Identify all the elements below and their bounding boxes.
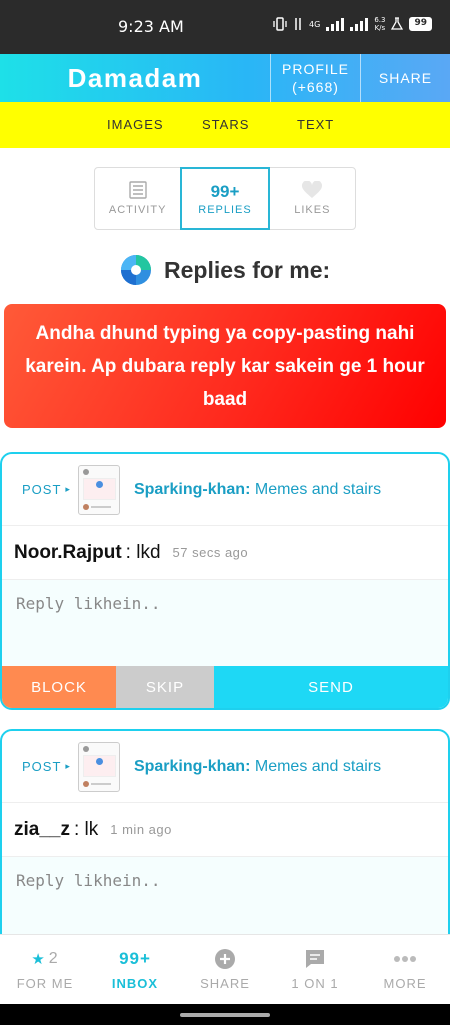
skip-button[interactable]: SKIP bbox=[116, 666, 214, 708]
bottom-nav: ★ 2 FOR ME 99+ INBOX SHARE 1 ON 1 MORE bbox=[0, 934, 450, 1004]
battery-icon: 99 bbox=[409, 17, 432, 31]
system-home-bar bbox=[0, 1004, 450, 1025]
reply-time: 57 secs ago bbox=[172, 545, 249, 560]
star-icon: ★ bbox=[31, 951, 46, 968]
nav-inbox[interactable]: 99+ INBOX bbox=[90, 935, 180, 1004]
tab-activity[interactable]: ACTIVITY bbox=[95, 168, 180, 229]
status-bar: 9:23 AM 4G 6.3 K/s 99 bbox=[0, 0, 450, 54]
post-link[interactable]: POST ▸ Sparking-khan: Memes and stairs bbox=[2, 731, 448, 803]
profile-count: (+668) bbox=[292, 79, 339, 95]
data-arrows-icon bbox=[295, 18, 301, 30]
network-type: 4G bbox=[309, 19, 321, 29]
reply-line: Noor.Rajput : lkd 57 secs ago bbox=[2, 526, 448, 580]
replies-logo-icon bbox=[121, 255, 151, 285]
reply-input[interactable]: Reply likhein.. bbox=[2, 580, 448, 666]
nav-for-me[interactable]: ★ 2 FOR ME bbox=[0, 935, 90, 1004]
inbox-count: 99+ bbox=[119, 949, 151, 968]
post-thumbnail[interactable] bbox=[77, 741, 120, 792]
post-title-text: Memes and stairs bbox=[254, 480, 382, 498]
nav-text[interactable]: TEXT bbox=[297, 117, 334, 132]
status-icons: 4G 6.3 K/s 99 bbox=[273, 16, 432, 32]
nav-more[interactable]: MORE bbox=[360, 935, 450, 1004]
heart-icon bbox=[302, 181, 323, 198]
warning-banner: Andha dhund typing ya copy-pasting nahi … bbox=[4, 304, 446, 428]
flask-icon bbox=[391, 17, 404, 30]
list-icon bbox=[128, 181, 147, 199]
more-label: MORE bbox=[383, 976, 427, 991]
net-speed: 6.3 K/s bbox=[374, 16, 386, 32]
plus-circle-icon bbox=[215, 949, 235, 969]
reply-line: zia__z : lk 1 min ago bbox=[2, 803, 448, 857]
header-share-button[interactable]: SHARE bbox=[360, 54, 450, 102]
reply-username[interactable]: Noor.Rajput bbox=[14, 542, 122, 564]
tab-activity-label: ACTIVITY bbox=[108, 204, 167, 216]
reply-text: : lkd bbox=[125, 541, 161, 563]
nav-images[interactable]: IMAGES bbox=[107, 117, 164, 132]
block-button[interactable]: BLOCK bbox=[2, 666, 116, 708]
reply-time: 1 min ago bbox=[110, 822, 172, 837]
send-button[interactable]: SEND bbox=[214, 666, 448, 708]
share-label: SHARE bbox=[200, 976, 250, 991]
arrow-right-icon: ▸ bbox=[65, 761, 70, 772]
vibrate-icon bbox=[273, 17, 287, 31]
nav-stars[interactable]: STARS bbox=[202, 117, 249, 132]
arrow-right-icon: ▸ bbox=[65, 484, 70, 495]
status-time: 9:23 AM bbox=[118, 17, 184, 36]
reply-card: POST ▸ Sparking-khan: Memes and stairs N… bbox=[0, 452, 450, 710]
post-label: POST bbox=[22, 759, 62, 774]
post-thumbnail[interactable] bbox=[77, 464, 120, 515]
brand-logo[interactable]: Damadam bbox=[0, 54, 270, 102]
post-title[interactable]: Sparking-khan: Memes and stairs bbox=[134, 481, 381, 499]
reply-actions: BLOCK SKIP SEND bbox=[2, 666, 448, 708]
post-title[interactable]: Sparking-khan: Memes and stairs bbox=[134, 758, 381, 776]
reply-card: POST ▸ Sparking-khan: Memes and stairs z… bbox=[0, 729, 450, 959]
reply-text: : lk bbox=[73, 818, 99, 840]
one-on-one-label: 1 ON 1 bbox=[291, 976, 339, 991]
post-link[interactable]: POST ▸ Sparking-khan: Memes and stairs bbox=[2, 454, 448, 526]
tab-likes-label: LIKES bbox=[294, 204, 331, 216]
app-header: Damadam PROFILE (+668) SHARE bbox=[0, 54, 450, 102]
post-author: Sparking-khan: bbox=[133, 480, 251, 498]
tab-replies-label: REPLIES bbox=[198, 203, 252, 216]
post-title-text: Memes and stairs bbox=[254, 757, 382, 775]
tab-replies-count: 99+ bbox=[210, 181, 240, 201]
top-nav: IMAGES STARS TEXT bbox=[0, 102, 450, 148]
tab-likes[interactable]: LIKES bbox=[270, 168, 355, 229]
signal-icon bbox=[326, 17, 345, 31]
for-me-label: FOR ME bbox=[16, 976, 74, 991]
for-me-count: 2 bbox=[48, 950, 59, 967]
home-indicator[interactable] bbox=[180, 1013, 270, 1017]
replies-title: Replies for me: bbox=[164, 256, 331, 283]
post-label: POST bbox=[22, 482, 62, 497]
more-dots-icon bbox=[394, 956, 416, 962]
inbox-label: INBOX bbox=[111, 976, 159, 991]
signal-2-icon bbox=[350, 17, 369, 31]
nav-share[interactable]: SHARE bbox=[180, 935, 270, 1004]
post-author: Sparking-khan: bbox=[133, 757, 251, 775]
reply-username[interactable]: zia__z bbox=[14, 819, 70, 841]
reply-input[interactable]: Reply likhein.. bbox=[2, 857, 448, 943]
tab-replies[interactable]: 99+ REPLIES bbox=[180, 167, 270, 230]
profile-label: PROFILE bbox=[282, 61, 349, 77]
chat-icon bbox=[306, 950, 324, 968]
inbox-tabs: ACTIVITY 99+ REPLIES LIKES bbox=[94, 167, 356, 230]
nav-one-on-one[interactable]: 1 ON 1 bbox=[270, 935, 360, 1004]
replies-heading: Replies for me: bbox=[120, 254, 330, 286]
profile-button[interactable]: PROFILE (+668) bbox=[270, 54, 360, 102]
